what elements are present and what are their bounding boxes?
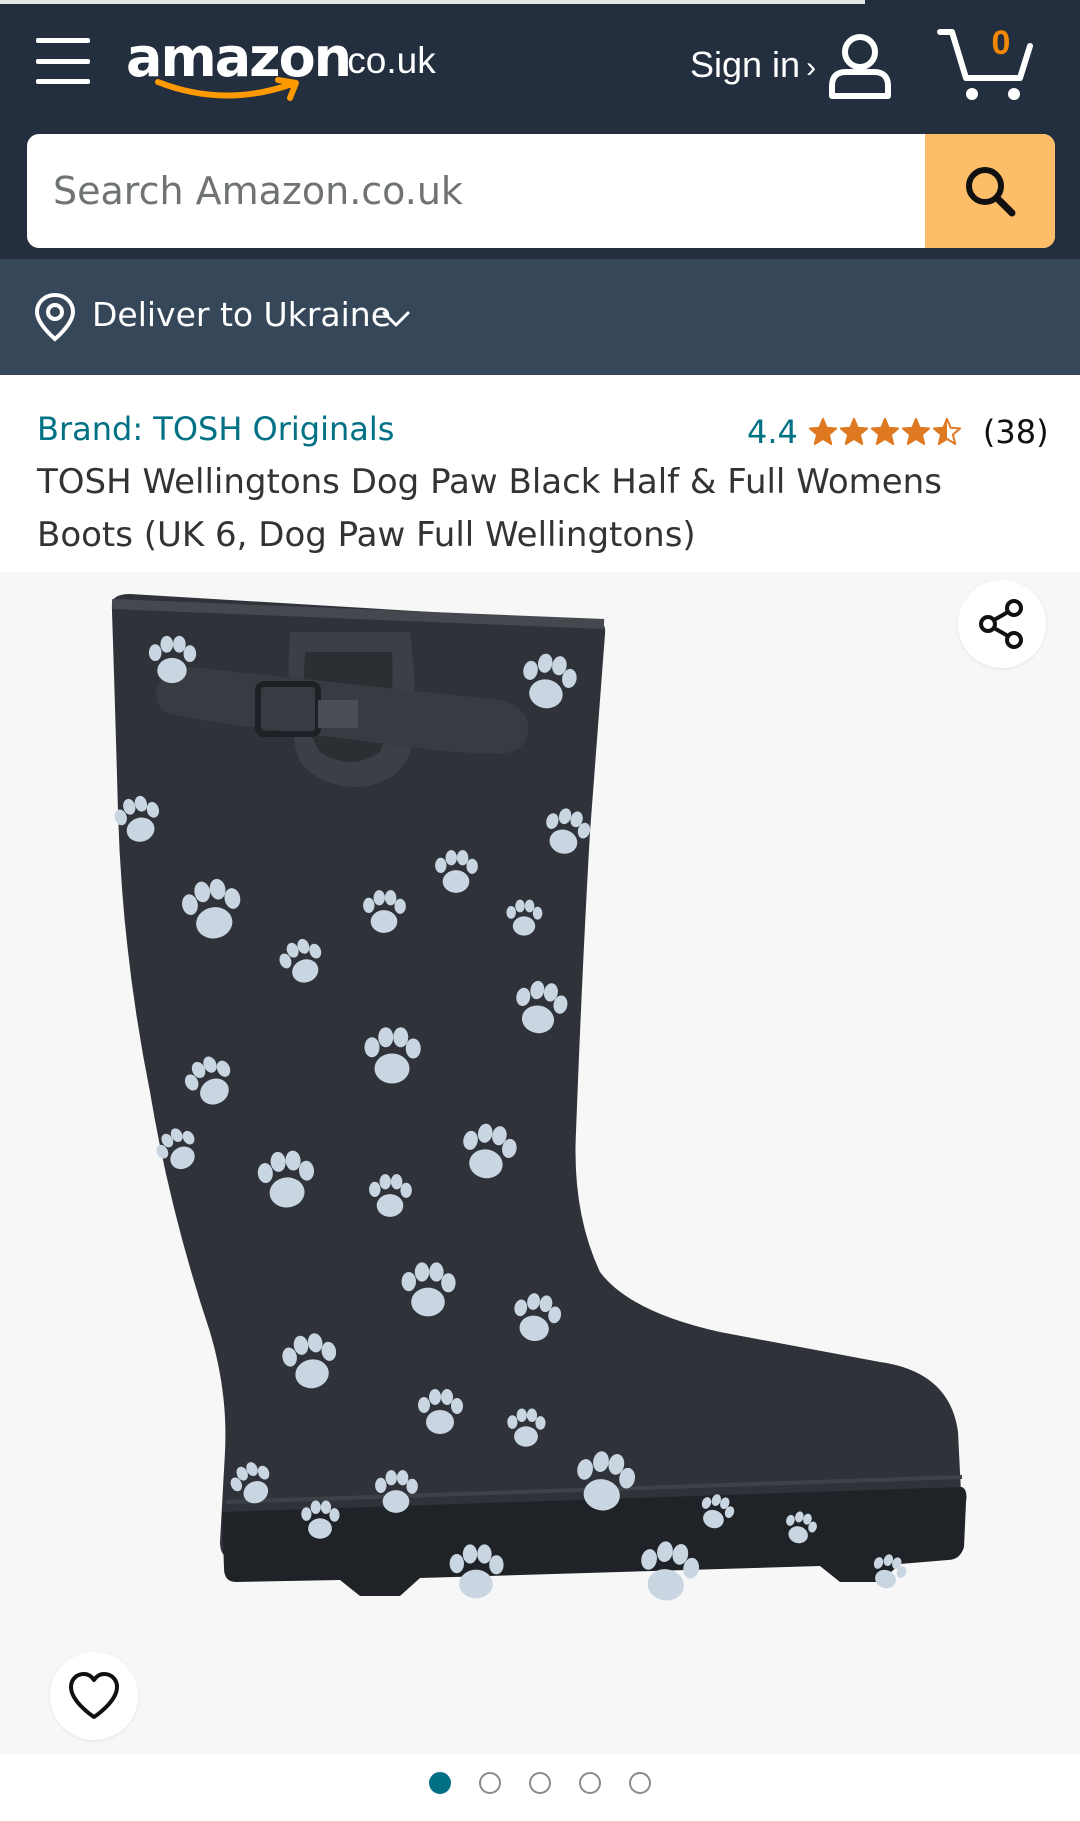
rating-value: 4.4 bbox=[747, 413, 798, 451]
gallery-dot[interactable] bbox=[529, 1772, 551, 1794]
brand-link[interactable]: Brand: TOSH Originals bbox=[37, 410, 394, 448]
top-header: amazon .co.uk Sign in › 0 bbox=[0, 0, 1080, 259]
share-button[interactable] bbox=[958, 580, 1046, 668]
search-bar bbox=[27, 134, 1055, 248]
star-rating bbox=[808, 417, 963, 447]
add-to-list-button[interactable] bbox=[50, 1652, 138, 1740]
share-icon bbox=[979, 599, 1023, 649]
product-image-gallery[interactable] bbox=[0, 572, 1080, 1754]
star-full-icon bbox=[901, 417, 931, 446]
user-icon[interactable] bbox=[826, 30, 894, 100]
search-button[interactable] bbox=[925, 134, 1055, 248]
star-full-icon bbox=[839, 417, 869, 446]
rating-summary[interactable]: 4.4 (38) bbox=[747, 410, 1049, 454]
gallery-dot[interactable] bbox=[479, 1772, 501, 1794]
gallery-dot[interactable] bbox=[429, 1772, 451, 1794]
menu-icon[interactable] bbox=[36, 38, 90, 84]
chevron-down-icon bbox=[382, 311, 410, 327]
search-input[interactable] bbox=[27, 134, 925, 248]
sign-in-chevron: › bbox=[806, 51, 817, 84]
star-full-icon bbox=[870, 417, 900, 446]
cart-button[interactable]: 0 bbox=[936, 22, 1036, 104]
gallery-pagination bbox=[0, 1772, 1080, 1802]
deliver-to-location[interactable]: Deliver to Ukraine bbox=[0, 259, 1080, 375]
star-full-icon bbox=[808, 417, 838, 446]
sign-in-label: Sign in bbox=[690, 44, 801, 85]
star-half-icon bbox=[932, 417, 962, 446]
review-count: (38) bbox=[982, 413, 1049, 451]
logo-smile-icon bbox=[155, 77, 299, 101]
gallery-dot[interactable] bbox=[579, 1772, 601, 1794]
sign-in-link[interactable]: Sign in › bbox=[690, 44, 816, 86]
page-load-progress bbox=[0, 0, 865, 4]
deliver-to-label: Deliver to Ukraine bbox=[92, 295, 391, 334]
logo-domain: .co.uk bbox=[337, 40, 436, 81]
gallery-dot[interactable] bbox=[629, 1772, 651, 1794]
search-icon bbox=[966, 167, 1016, 217]
product-image bbox=[110, 594, 967, 1606]
product-title: TOSH Wellingtons Dog Paw Black Half & Fu… bbox=[37, 462, 942, 555]
location-pin-icon bbox=[34, 292, 76, 342]
cart-count-badge: 0 bbox=[991, 24, 1011, 62]
amazon-logo[interactable]: amazon .co.uk bbox=[126, 20, 446, 110]
heart-icon bbox=[69, 1672, 119, 1719]
